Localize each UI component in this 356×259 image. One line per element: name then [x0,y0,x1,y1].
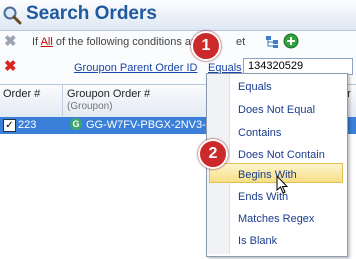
mouse-cursor-icon [276,174,290,200]
row-checkbox[interactable]: ✓ [3,119,16,132]
remove-group-icon[interactable]: ✖ [4,32,17,50]
dropdown-item-does-not-contain[interactable]: Does Not Contain [238,149,325,161]
dropdown-item-contains[interactable]: Contains [238,127,281,139]
column-divider[interactable] [62,85,63,116]
column-header-order[interactable]: Order # [3,88,40,100]
row-groupon-order: GG-W7FV-PBGX-2NV3-HP [86,119,222,131]
groupon-logo-icon: G [70,118,82,130]
column-header-groupon-sub: (Groupon) [67,101,113,112]
condition-field-link[interactable]: Groupon Parent Order ID [74,62,198,74]
add-group-icon[interactable] [265,35,279,54]
row-order-number: 223 [18,119,37,131]
conditions-suffix-tail: et [236,36,246,48]
magnifier-icon [2,5,22,25]
column-header-groupon-order[interactable]: Groupon Order # [67,88,150,100]
conditions-prefix: If [32,36,39,48]
callout-badge-1: 1 [191,31,221,61]
add-condition-icon[interactable] [283,33,299,54]
conditions-suffix: of the following conditions are [55,36,201,48]
dropdown-item-does-not-equal[interactable]: Does Not Equal [238,104,315,116]
conditions-sentence: If All of the following conditions are [32,36,201,48]
remove-condition-icon[interactable]: ✖ [4,57,17,75]
page-title: Search Orders [26,3,157,24]
dropdown-item-is-blank[interactable]: Is Blank [238,235,277,247]
conditions-mode-link[interactable]: All [41,36,53,48]
dropdown-item-matches-regex[interactable]: Matches Regex [238,213,314,225]
dropdown-item-equals[interactable]: Equals [238,81,272,93]
callout-badge-2: 2 [198,139,228,169]
